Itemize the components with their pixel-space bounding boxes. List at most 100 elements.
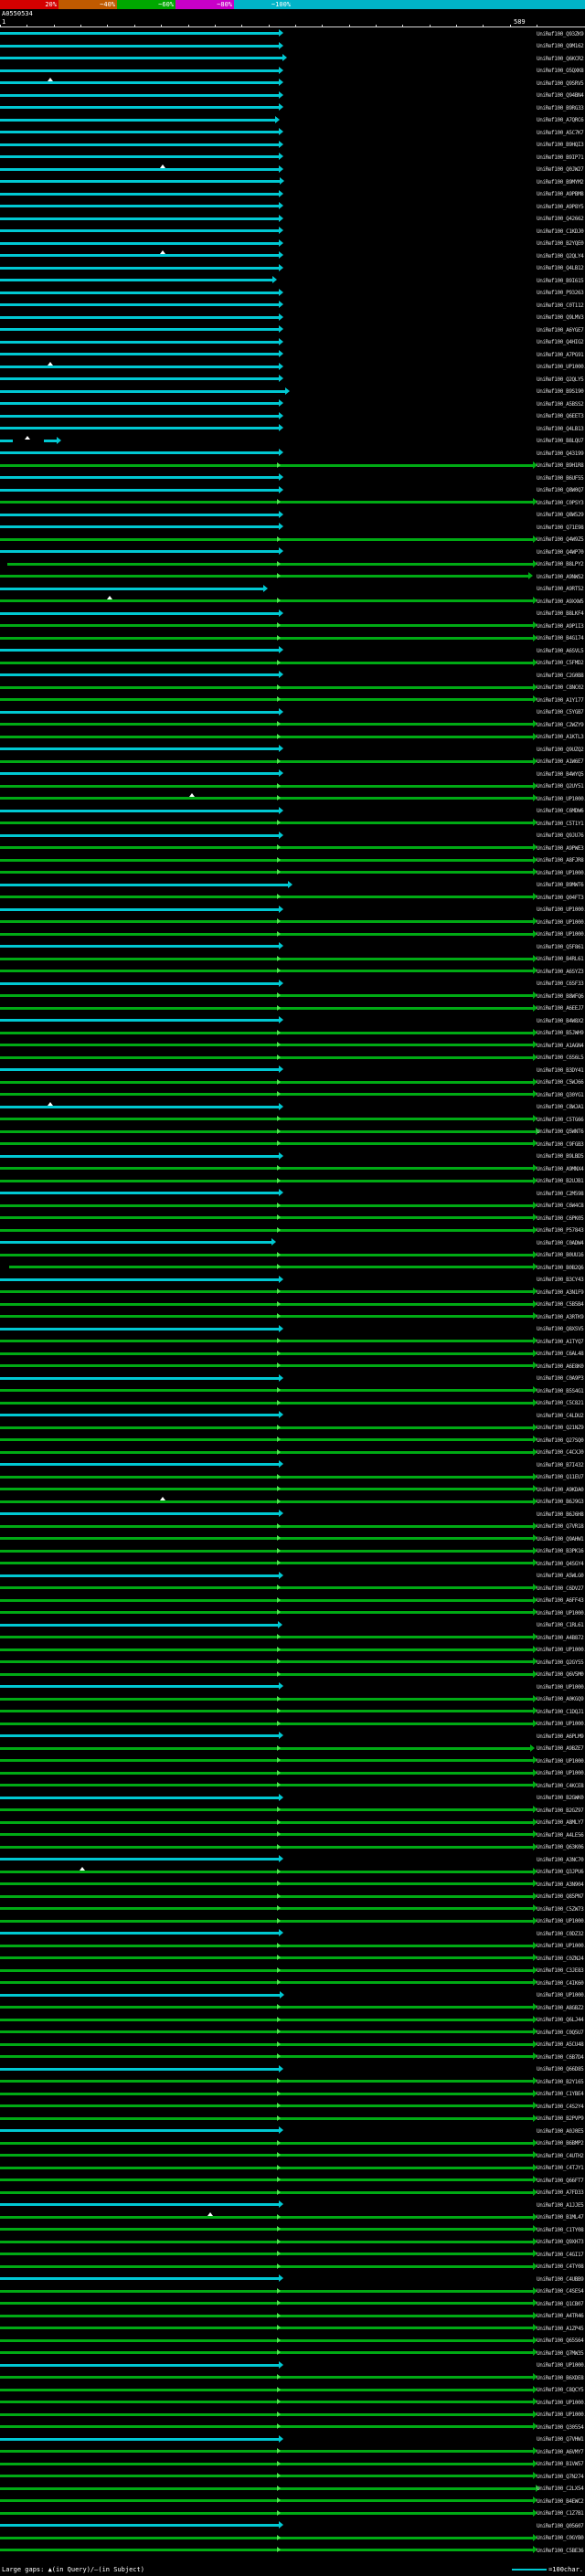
- alignment-bar[interactable]: [0, 1524, 533, 1528]
- hit-label[interactable]: UniRef100_UP1000...: [537, 1758, 585, 1765]
- hit-label[interactable]: UniRef100_C4SES4: [537, 2288, 585, 2295]
- hit-label[interactable]: UniRef100_Q21NZ9: [537, 1425, 585, 1431]
- hit-label[interactable]: UniRef100_A3N1F9: [537, 1289, 585, 1296]
- alignment-bar[interactable]: [0, 1426, 533, 1429]
- alignment-bar[interactable]: [0, 1241, 271, 1244]
- alignment-bar[interactable]: [0, 2141, 533, 2145]
- alignment-bar[interactable]: [0, 1093, 533, 1096]
- alignment-bar[interactable]: [0, 1746, 530, 1750]
- alignment-bar[interactable]: [0, 1044, 533, 1046]
- alignment-bar[interactable]: [7, 562, 533, 566]
- alignment-bar[interactable]: [0, 1894, 533, 1898]
- hit-label[interactable]: UniRef100_C4LDU2: [537, 1413, 585, 1419]
- hit-label[interactable]: UniRef100_Q30YG1: [537, 1092, 585, 1098]
- hit-label[interactable]: UniRef100_Q4W9Z5: [537, 536, 585, 543]
- hit-label[interactable]: UniRef100_Q9UZQ2: [537, 747, 585, 753]
- hit-label[interactable]: UniRef100_Q0JW27: [537, 166, 585, 173]
- hit-label[interactable]: UniRef100_Q2QLY5: [537, 376, 585, 383]
- alignment-bar[interactable]: [0, 907, 279, 911]
- alignment-bar[interactable]: [0, 180, 280, 183]
- alignment-bar[interactable]: [0, 1660, 533, 1663]
- hit-label[interactable]: UniRef100_C1DQJ1: [537, 1709, 585, 1715]
- alignment-bar[interactable]: [0, 155, 279, 158]
- alignment-bar[interactable]: [0, 920, 533, 923]
- hit-label[interactable]: UniRef100_A6VMY7: [537, 2449, 585, 2455]
- hit-label[interactable]: UniRef100_UP1000...: [537, 2400, 585, 2406]
- hit-label[interactable]: UniRef100_B6UF55: [537, 475, 585, 482]
- alignment-bar[interactable]: [0, 2401, 533, 2403]
- hit-label[interactable]: UniRef100_P57843: [537, 1227, 585, 1234]
- alignment-bar[interactable]: [0, 710, 279, 714]
- hit-label[interactable]: UniRef100_C1TY08: [537, 2227, 585, 2233]
- hit-label[interactable]: UniRef100_B5JWH9: [537, 1030, 585, 1036]
- hit-label[interactable]: UniRef100_C6MDW6: [537, 808, 585, 814]
- alignment-bar[interactable]: [0, 2203, 279, 2206]
- alignment-bar[interactable]: [0, 1352, 533, 1355]
- alignment-bar[interactable]: [0, 1006, 533, 1010]
- hit-label[interactable]: UniRef100_C2LX54: [537, 2486, 585, 2492]
- hit-label[interactable]: UniRef100_C0ZN24: [537, 1956, 585, 1962]
- hit-label[interactable]: UniRef100_A1W6E7: [537, 758, 585, 765]
- alignment-bar[interactable]: [0, 1192, 279, 1194]
- hit-label[interactable]: UniRef100_A9P1I3: [537, 623, 585, 630]
- alignment-bar[interactable]: [0, 2511, 533, 2515]
- hit-label[interactable]: UniRef100_C5B5B4: [537, 1301, 585, 1308]
- alignment-bar[interactable]: [44, 439, 57, 442]
- alignment-bar[interactable]: [0, 1167, 533, 1170]
- hit-label[interactable]: UniRef100_B4W8X2: [537, 1018, 585, 1024]
- alignment-bar[interactable]: [0, 2412, 533, 2416]
- hit-label[interactable]: UniRef100_B2GWK0: [537, 1795, 585, 1801]
- hit-label[interactable]: UniRef100_C0A9P3: [537, 1375, 585, 1382]
- hit-label[interactable]: UniRef100_A1KTL3: [537, 734, 585, 740]
- hit-label[interactable]: UniRef100_Q9SRV5: [537, 80, 585, 87]
- hit-label[interactable]: UniRef100_C6SF33: [537, 981, 585, 987]
- hit-label[interactable]: UniRef100_Q27SQ0: [537, 1437, 585, 1444]
- alignment-bar[interactable]: [0, 106, 279, 109]
- alignment-bar[interactable]: [0, 1450, 533, 1454]
- alignment-bar[interactable]: [0, 673, 279, 676]
- alignment-bar[interactable]: [0, 1685, 279, 1688]
- hit-label[interactable]: UniRef100_A9NWS2: [537, 574, 585, 580]
- alignment-bar[interactable]: [0, 513, 279, 516]
- hit-label[interactable]: UniRef100_A7PG91: [537, 352, 585, 358]
- hit-label[interactable]: UniRef100_C4S2Y4: [537, 2104, 585, 2110]
- alignment-bar[interactable]: [0, 1598, 533, 1602]
- hit-label[interactable]: UniRef100_Q2QLY4: [537, 253, 585, 260]
- alignment-bar[interactable]: [0, 537, 533, 541]
- hit-label[interactable]: UniRef100_P93263: [537, 290, 585, 296]
- hit-label[interactable]: UniRef100_B0UU16: [537, 1252, 585, 1258]
- hit-label[interactable]: UniRef100_UP1000...: [537, 1684, 585, 1691]
- hit-label[interactable]: UniRef100_B3DY41: [537, 1067, 585, 1074]
- alignment-bar[interactable]: [0, 624, 533, 627]
- hit-label[interactable]: UniRef100_A7FD33: [537, 2189, 585, 2196]
- alignment-bar[interactable]: [0, 377, 279, 380]
- hit-label[interactable]: UniRef100_C1Z7B1: [537, 2510, 585, 2517]
- alignment-bar[interactable]: [0, 2190, 533, 2194]
- alignment-bar[interactable]: [0, 784, 533, 788]
- hit-label[interactable]: UniRef100_A6PLM9: [537, 1733, 585, 1740]
- hit-label[interactable]: UniRef100_UP1000...: [537, 1647, 585, 1653]
- alignment-bar[interactable]: [0, 1389, 533, 1392]
- alignment-bar[interactable]: [0, 1512, 279, 1515]
- hit-label[interactable]: UniRef100_Q11EU7: [537, 1474, 585, 1480]
- hit-label[interactable]: UniRef100_B6XDE8: [537, 2375, 585, 2381]
- alignment-bar[interactable]: [0, 2104, 533, 2107]
- hit-label[interactable]: UniRef100_B4EWC2: [537, 2498, 585, 2505]
- hit-label[interactable]: UniRef100_B8LKF4: [537, 610, 585, 617]
- alignment-bar[interactable]: [0, 1845, 533, 1849]
- hit-label[interactable]: UniRef100_A9BZE7: [537, 1745, 585, 1752]
- alignment-bar[interactable]: [0, 2314, 533, 2317]
- hit-label[interactable]: UniRef100_C5BE36: [537, 2548, 585, 2554]
- alignment-bar[interactable]: [0, 427, 279, 429]
- alignment-bar[interactable]: [0, 685, 533, 689]
- hit-label[interactable]: UniRef100_Q2UY51: [537, 783, 585, 790]
- alignment-bar[interactable]: [0, 772, 279, 775]
- alignment-bar[interactable]: [0, 2240, 533, 2243]
- alignment-bar[interactable]: [0, 241, 279, 245]
- alignment-bar[interactable]: [0, 353, 279, 355]
- alignment-bar[interactable]: [0, 229, 279, 232]
- alignment-bar[interactable]: [0, 476, 279, 479]
- hit-label[interactable]: UniRef100_C6W4C8: [537, 1203, 585, 1209]
- alignment-bar[interactable]: [0, 414, 279, 418]
- alignment-bar[interactable]: [0, 118, 275, 122]
